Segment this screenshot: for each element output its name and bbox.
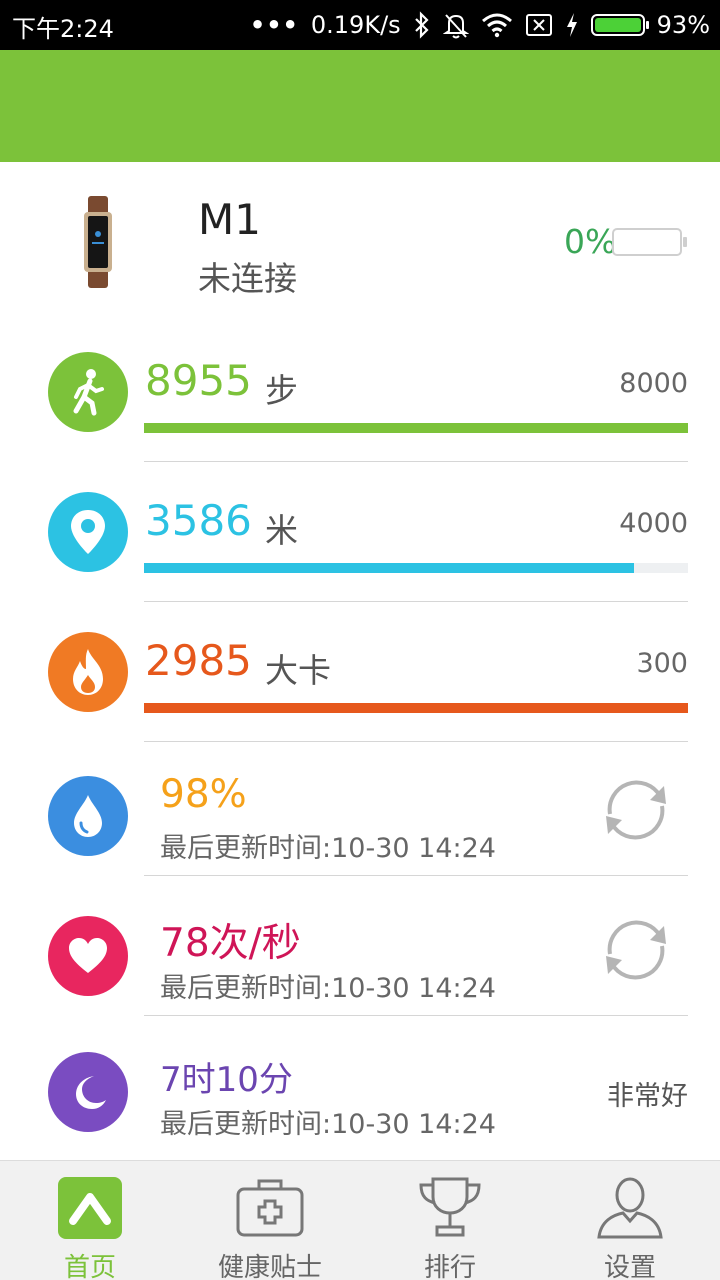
trophy-icon <box>419 1177 481 1237</box>
flame-icon <box>48 632 128 712</box>
bluetooth-icon <box>414 11 429 39</box>
nav-settings-label: 设置 <box>603 1253 656 1280</box>
sleep-updated: 最后更新时间:10-30 14:24 <box>160 1109 496 1140</box>
divider <box>144 601 688 602</box>
steps-progress-bar <box>144 423 688 433</box>
charging-icon <box>566 13 577 37</box>
location-pin-icon <box>48 492 128 572</box>
device-battery-percent: 0% <box>564 222 617 261</box>
distance-value: 3586 <box>145 496 252 545</box>
status-bar: 下午2:24 ••• 0.19K/s 93% <box>0 0 720 50</box>
battery-percent: 93% <box>656 11 710 39</box>
status-icons: ••• 0.19K/s 93% <box>238 9 710 41</box>
calories-goal: 300 <box>636 648 688 679</box>
wifi-icon <box>481 13 512 38</box>
heart-icon <box>48 916 128 996</box>
distance-progress-bar <box>144 563 688 573</box>
home-icon <box>58 1177 122 1239</box>
nav-ranking[interactable]: 排行 <box>360 1161 540 1280</box>
heart-rate-row[interactable]: 78次/秒 最后更新时间:10-30 14:24 <box>0 882 720 1018</box>
medical-kit-icon <box>236 1179 304 1237</box>
calories-row[interactable]: 2985 大卡 300 <box>0 620 720 760</box>
distance-goal: 4000 <box>619 508 688 539</box>
distance-row[interactable]: 3586 米 4000 <box>0 480 720 620</box>
nav-home-label: 首页 <box>63 1253 116 1280</box>
water-drop-icon <box>48 776 128 856</box>
calories-progress-bar <box>144 703 688 713</box>
refresh-icon[interactable] <box>600 914 672 986</box>
distance-unit: 米 <box>265 511 298 550</box>
connection-status: 未连接 <box>198 259 297 298</box>
device-name: M1 <box>198 195 261 244</box>
user-icon <box>597 1177 663 1239</box>
nav-settings[interactable]: 设置 <box>540 1161 720 1280</box>
nav-health-tips-label: 健康贴士 <box>217 1253 322 1280</box>
sim-card-icon <box>525 14 552 36</box>
sleep-quality: 非常好 <box>607 1081 688 1112</box>
device-card[interactable]: M1 未连接 0% <box>0 162 720 327</box>
more-dots: ••• <box>249 11 299 39</box>
moon-icon <box>48 1052 128 1132</box>
divider <box>144 875 688 876</box>
refresh-icon[interactable] <box>600 774 672 846</box>
battery-icon <box>590 14 649 36</box>
nav-home[interactable]: 首页 <box>0 1161 180 1280</box>
steps-unit: 步 <box>265 371 298 410</box>
status-time: 下午2:24 <box>12 15 114 43</box>
nav-health-tips[interactable]: 健康贴士 <box>180 1161 360 1280</box>
blood-oxygen-value: 98% <box>160 772 247 817</box>
sleep-row[interactable]: 7时10分 最后更新时间:10-30 14:24 非常好 <box>0 1022 720 1158</box>
walking-icon <box>48 352 128 432</box>
blood-oxygen-row[interactable]: 98% 最后更新时间:10-30 14:24 <box>0 742 720 878</box>
app-header <box>0 50 720 162</box>
divider <box>144 461 688 462</box>
steps-goal: 8000 <box>619 368 688 399</box>
heart-rate-value: 78次/秒 <box>160 921 301 966</box>
steps-row[interactable]: 8955 步 8000 <box>0 340 720 480</box>
device-battery-icon <box>612 228 687 256</box>
sleep-duration: 7时10分 <box>160 1060 293 1100</box>
blood-oxygen-updated: 最后更新时间:10-30 14:24 <box>160 833 496 864</box>
bottom-nav: 首页 健康贴士 排行 设置 <box>0 1160 720 1280</box>
calories-value: 2985 <box>145 636 252 685</box>
mute-bell-icon <box>442 14 469 39</box>
wristband-image <box>84 196 112 288</box>
net-speed: 0.19K/s <box>310 11 401 39</box>
divider <box>144 1015 688 1016</box>
heart-rate-updated: 最后更新时间:10-30 14:24 <box>160 973 496 1004</box>
steps-value: 8955 <box>145 356 252 405</box>
calories-unit: 大卡 <box>265 651 331 690</box>
nav-ranking-label: 排行 <box>423 1253 476 1280</box>
